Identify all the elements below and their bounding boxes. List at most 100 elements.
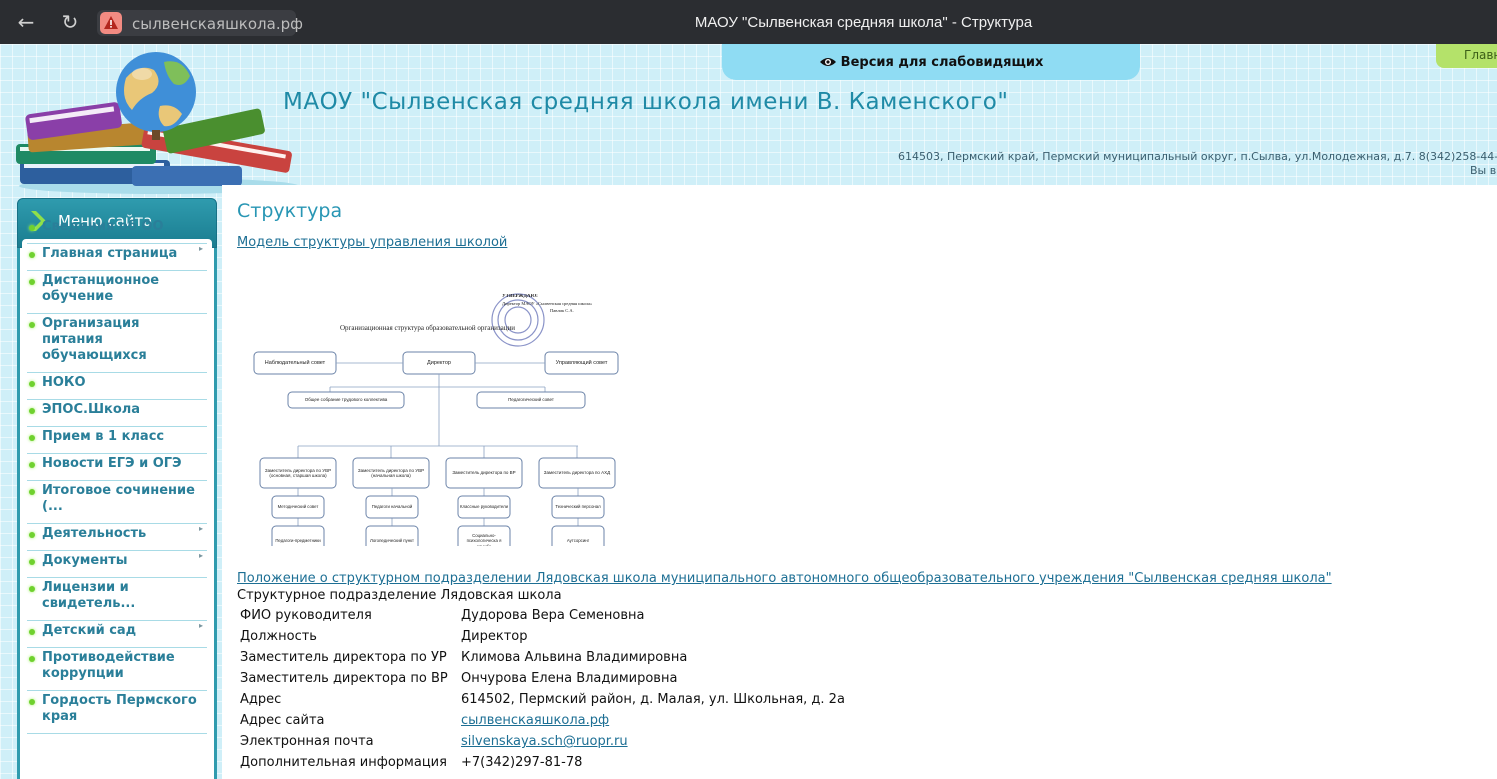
org-box-label: Заместитель директора по УВР (начальная … — [357, 467, 425, 478]
sidebar-item-label: Документы — [42, 553, 128, 568]
info-row: Заместитель директора по ВР Ончурова Елен… — [237, 668, 847, 689]
submenu-arrow-icon: ▸ — [198, 244, 203, 253]
org-box-label: Педагогический совет — [508, 397, 554, 403]
sidebar-item-label: Организация питания обучающихся — [42, 316, 147, 363]
info-row: Электронная почта silvenskaya.sch@ruopr.r… — [237, 731, 847, 752]
bullet-icon — [29, 629, 35, 635]
welcome-text: Вы в — [1470, 164, 1497, 177]
low-vision-version-button[interactable]: Версия для слабовидящих — [722, 44, 1140, 80]
subdivision-heading: Структурное подразделение Лядовская школ… — [237, 588, 562, 603]
info-row: ФИО руководителя Дудорова Вера Семеновна — [237, 605, 847, 626]
sidebar-item[interactable]: Прием в 1 класс — [27, 427, 207, 454]
org-box-label: Управляющий совет — [555, 359, 608, 366]
info-value: Директор — [461, 629, 528, 644]
org-box-label: Методический совет — [277, 504, 319, 510]
bullet-icon — [29, 489, 35, 495]
info-row: Адрес 614502, Пермский район, д. Малая, у… — [237, 689, 847, 710]
info-key: Адрес сайта — [240, 713, 325, 728]
info-link[interactable]: сылвенскаяшкола.рф — [461, 713, 609, 728]
bullet-icon — [29, 699, 35, 705]
school-address: 614503, Пермский край, Пермский муниципа… — [898, 150, 1497, 163]
submenu-arrow-icon: ▸ — [198, 621, 203, 630]
org-box-label: Технический персонал — [555, 504, 601, 510]
org-box: Методический совет — [271, 495, 325, 519]
bullet-icon — [29, 656, 35, 662]
org-box-label: Директор — [427, 359, 451, 366]
bullet-icon — [29, 435, 35, 441]
eye-icon — [819, 56, 837, 72]
sidebar-item[interactable]: Деятельность ▸ — [27, 524, 207, 551]
sidebar-item[interactable]: Детский сад ▸ — [27, 621, 207, 648]
sidebar-item[interactable]: Документы ▸ — [27, 551, 207, 578]
regulation-link[interactable]: Положение о структурном подразделении Ля… — [237, 571, 1332, 586]
sidebar-item[interactable]: Дистанционное обучение — [27, 271, 207, 314]
info-key: Адрес — [240, 692, 282, 707]
bullet-icon — [29, 408, 35, 414]
sidebar-item[interactable]: Лицензии и свидетель... — [27, 578, 207, 621]
org-box: Социально-психологическа я служба — [457, 525, 511, 546]
sidebar-item[interactable]: Итоговое сочинение (... — [27, 481, 207, 524]
org-box: Наблюдательный совет — [253, 351, 337, 375]
org-box-label: Педагоги-предметники — [275, 538, 321, 544]
org-box: Педагогический совет — [476, 391, 586, 409]
bullet-icon — [29, 279, 35, 285]
info-key: Электронная почта — [240, 734, 374, 749]
info-value: silvenskaya.sch@ruopr.ru — [458, 731, 847, 752]
info-key: Дополнительная информация — [240, 755, 447, 770]
submenu-arrow-icon: ▸ — [198, 524, 203, 533]
org-box: Технический персонал — [551, 495, 605, 519]
web-page: Версия для слабовидящих Главн МАОУ "Сылв… — [0, 44, 1497, 779]
sidebar-item[interactable]: Организация питания обучающихся — [27, 314, 207, 373]
sidebar-item[interactable]: Сведения об ОО — [27, 217, 207, 244]
approve-signature: Павлик С.А. — [550, 308, 574, 313]
org-box: Заместитель директора по УВР (основная, … — [259, 457, 337, 489]
info-row: Дополнительная информация +7(342)297-81-7… — [237, 752, 847, 773]
sidebar-item-label: Детский сад — [42, 623, 137, 638]
sidebar-item-label: ЭПОС.Школа — [42, 402, 141, 417]
sidebar-item-label: Гордость Пермского края — [42, 693, 197, 724]
org-box: Заместитель директора по АХД — [538, 457, 616, 489]
org-box: Заместитель директора по ВР — [445, 457, 523, 489]
info-key: Должность — [240, 629, 317, 644]
org-box-label: Заместитель директора по УВР (основная, … — [264, 467, 332, 478]
bullet-icon — [29, 322, 35, 328]
bullet-icon — [29, 586, 35, 592]
info-row: Адрес сайта сылвенскаяшкола.рф — [237, 710, 847, 731]
page-title: Структура — [237, 200, 343, 222]
sidebar-item-label: Противодействие коррупции — [42, 650, 175, 681]
org-box-label: Логопедический пункт — [370, 538, 414, 544]
approve-title: УТВЕРЖДАЮ: — [502, 294, 538, 299]
org-box-label: Социально-психологическа я служба — [466, 533, 502, 546]
sidebar-item[interactable]: Главная страница ▸ — [27, 244, 207, 271]
sidebar-item[interactable]: НОКО — [27, 373, 207, 400]
sidebar-item-label: Деятельность — [42, 526, 147, 541]
approve-line: Директор МАОУ «Сылвенская средняя школа» — [502, 301, 593, 306]
low-vision-label: Версия для слабовидящих — [840, 55, 1044, 70]
info-value: Ончурова Елена Владимировна — [461, 671, 678, 686]
bullet-icon — [29, 381, 35, 387]
org-box: Педагоги-предметники — [271, 525, 325, 546]
chart-caption: Организационная структура образовательно… — [340, 324, 515, 332]
info-link[interactable]: silvenskaya.sch@ruopr.ru — [461, 734, 628, 749]
home-tab[interactable]: Главн — [1436, 44, 1497, 68]
sidebar-item[interactable]: ЭПОС.Школа — [27, 400, 207, 427]
org-box: Заместитель директора по УВР (начальная … — [352, 457, 430, 489]
org-box-label: Заместитель директора по ВР — [452, 470, 516, 476]
sidebar-item-label: Прием в 1 класс — [42, 429, 165, 444]
sidebar-item-label: НОКО — [42, 375, 86, 390]
browser-toolbar: ← ↻ сылвенскаяшкола.рф МАОУ "Сылвенская … — [0, 0, 1497, 44]
bullet-icon — [29, 532, 35, 538]
sidebar-item[interactable]: Гордость Пермского края — [27, 691, 207, 734]
submenu-arrow-icon: ▸ — [198, 551, 203, 560]
org-box: Директор — [402, 351, 476, 375]
org-box-label: Классные руководители — [459, 504, 509, 510]
org-box-label: Педагоги начальной — [371, 504, 413, 510]
sidebar-item[interactable]: Новости ЕГЭ и ОГЭ — [27, 454, 207, 481]
sidebar-item-label: Сведения об ОО — [42, 219, 164, 234]
org-structure-chart: УТВЕРЖДАЮ: Директор МАОУ «Сылвенская сред… — [253, 293, 619, 546]
org-box: Общее собрание трудового коллектива — [287, 391, 405, 409]
management-model-link[interactable]: Модель структуры управления школой — [237, 235, 507, 250]
bullet-icon — [29, 225, 35, 231]
sidebar-item[interactable]: Противодействие коррупции — [27, 648, 207, 691]
org-box: Педагоги начальной — [365, 495, 419, 519]
